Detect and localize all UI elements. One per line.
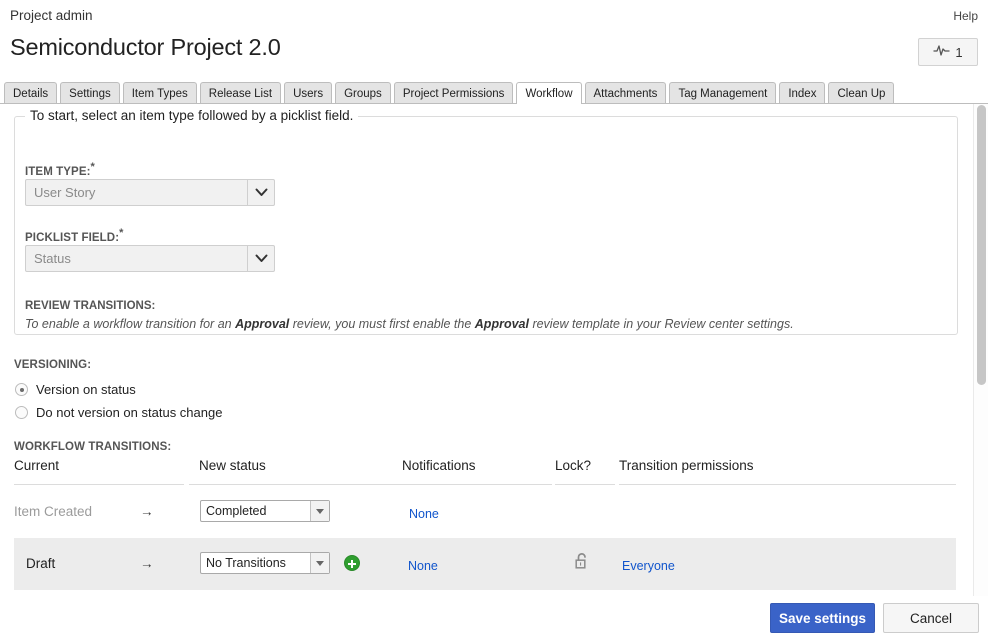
versioning-heading: VERSIONING:: [14, 359, 92, 371]
review-transitions-note: To enable a workflow transition for an A…: [25, 317, 794, 332]
picklist-field-label: PICKLIST FIELD:*: [25, 227, 124, 245]
tab-item-types[interactable]: Item Types: [122, 82, 197, 104]
cancel-button[interactable]: Cancel: [883, 603, 979, 633]
form-footer: Save settings Cancel: [0, 596, 988, 640]
tab-groups[interactable]: Groups: [335, 82, 391, 104]
page-header: Project admin Help Semiconductor Project…: [0, 0, 988, 80]
new-status-value: No Transitions: [206, 556, 286, 570]
column-header-permissions: Transition permissions: [619, 456, 956, 485]
review-transitions-heading: REVIEW TRANSITIONS:: [25, 300, 156, 312]
column-header-lock: Lock?: [555, 456, 615, 485]
activity-count: 1: [955, 44, 963, 60]
transition-permissions-link[interactable]: Everyone: [622, 559, 675, 573]
app-window: Project admin Help Semiconductor Project…: [0, 0, 988, 640]
review-note-part-3: review template in your Review center se…: [528, 317, 794, 331]
radio-icon[interactable]: [15, 406, 28, 419]
page-title: Semiconductor Project 2.0: [10, 34, 281, 60]
item-type-value: User Story: [34, 185, 96, 200]
review-note-bold-2: Approval: [474, 317, 529, 331]
radio-icon[interactable]: [15, 383, 28, 396]
tab-workflow[interactable]: Workflow: [516, 82, 582, 104]
tab-details[interactable]: Details: [4, 82, 58, 104]
transition-arrow-icon: →: [140, 556, 154, 571]
tab-tag-management[interactable]: Tag Management: [669, 82, 777, 104]
picklist-field-select[interactable]: Status: [25, 245, 275, 272]
table-row: Item Created → Completed None: [14, 486, 956, 538]
versioning-option-label: Version on status: [36, 382, 136, 397]
tab-project-permissions[interactable]: Project Permissions: [393, 82, 514, 104]
chevron-down-icon: [247, 246, 274, 271]
pulse-icon: [933, 43, 951, 61]
row-current-status: Item Created: [14, 504, 93, 519]
tab-attachments[interactable]: Attachments: [584, 82, 667, 104]
column-header-current: Current: [14, 456, 184, 485]
versioning-option-label: Do not version on status change: [36, 405, 223, 420]
tab-index[interactable]: Index: [779, 82, 826, 104]
tab-release-list[interactable]: Release List: [199, 82, 282, 104]
table-row: Draft → No Transitions None Everyone: [14, 538, 956, 590]
item-type-required-mark: *: [90, 161, 95, 173]
item-type-label: ITEM TYPE:*: [25, 161, 95, 179]
workflow-panel: To start, select an item type followed b…: [0, 103, 988, 640]
breadcrumb: Project admin: [10, 8, 93, 23]
tab-bar: Details Settings Item Types Release List Use…: [0, 82, 988, 104]
tab-users[interactable]: Users: [284, 82, 333, 104]
versioning-option-do-not-version[interactable]: Do not version on status change: [15, 405, 222, 420]
save-settings-button[interactable]: Save settings: [770, 603, 875, 633]
chevron-down-icon: [247, 180, 274, 205]
tab-settings[interactable]: Settings: [60, 82, 120, 104]
versioning-option-version-on-status[interactable]: Version on status: [15, 382, 136, 397]
picklist-field-value: Status: [34, 251, 71, 266]
lock-toggle[interactable]: [574, 552, 590, 574]
start-fieldset: To start, select an item type followed b…: [14, 108, 958, 335]
review-note-bold-1: Approval: [235, 317, 290, 331]
help-link[interactable]: Help: [953, 8, 978, 24]
column-header-new-status: New status: [199, 456, 404, 485]
notifications-link[interactable]: None: [408, 559, 438, 573]
notifications-link[interactable]: None: [409, 507, 439, 521]
chevron-down-icon: [310, 501, 329, 521]
vertical-scrollbar[interactable]: [973, 104, 988, 640]
chevron-down-icon: [310, 553, 329, 573]
item-type-label-text: ITEM TYPE:: [25, 165, 91, 178]
review-note-part-1: To enable a workflow transition for an: [25, 317, 236, 331]
item-type-select[interactable]: User Story: [25, 179, 275, 206]
picklist-field-label-text: PICKLIST FIELD:: [25, 231, 120, 244]
row-current-status: Draft: [26, 556, 56, 571]
transition-arrow-icon: →: [140, 504, 154, 519]
new-status-select[interactable]: No Transitions: [200, 552, 330, 574]
unlock-icon: [574, 553, 590, 573]
fieldset-legend: To start, select an item type followed b…: [25, 108, 359, 124]
scrollbar-thumb[interactable]: [977, 105, 986, 385]
activity-button[interactable]: 1: [918, 38, 978, 66]
add-transition-button[interactable]: [344, 555, 360, 571]
column-header-notifications: Notifications: [402, 456, 552, 485]
workflow-transitions-heading: WORKFLOW TRANSITIONS:: [14, 441, 172, 453]
review-note-part-2: review, you must first enable the: [289, 317, 475, 331]
new-status-value: Completed: [206, 504, 267, 518]
workflow-transitions-table: Current New status Notifications Lock? T…: [14, 456, 956, 590]
picklist-required-mark: *: [119, 227, 124, 239]
tab-clean-up[interactable]: Clean Up: [828, 82, 895, 104]
panel-content: To start, select an item type followed b…: [0, 104, 970, 640]
table-header-row: Current New status Notifications Lock? T…: [14, 456, 956, 486]
new-status-select[interactable]: Completed: [200, 500, 330, 522]
